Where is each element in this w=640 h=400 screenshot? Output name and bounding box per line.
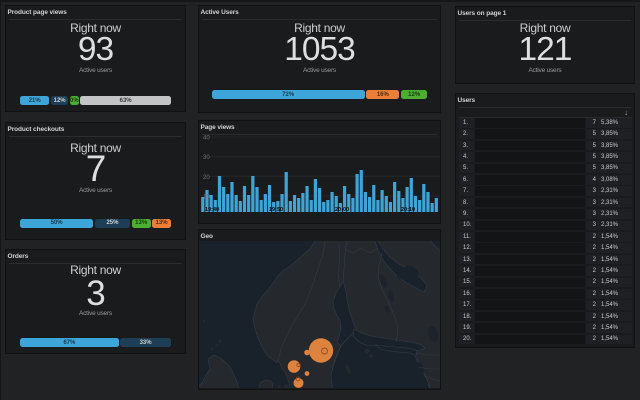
svg-text:30: 30 bbox=[203, 155, 210, 161]
svg-text:20: 20 bbox=[203, 174, 210, 180]
svg-text:10: 10 bbox=[203, 194, 210, 200]
svg-text:19:40: 19:40 bbox=[205, 207, 219, 213]
svg-text:20:10: 20:10 bbox=[401, 207, 415, 213]
svg-text:20:00: 20:00 bbox=[335, 207, 349, 213]
svg-text:40: 40 bbox=[203, 135, 210, 141]
svg-text:19:50: 19:50 bbox=[269, 207, 283, 213]
